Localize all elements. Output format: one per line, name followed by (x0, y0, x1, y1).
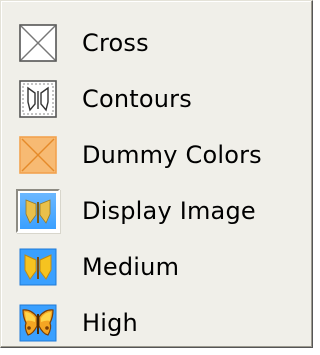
menu-item-cross[interactable]: Cross (16, 17, 306, 69)
menu-item-high[interactable]: High (16, 297, 306, 349)
menu-item-label: High (82, 309, 138, 337)
render-mode-menu: Cross Contours Dummy Colors Display Imag… (0, 0, 313, 348)
menu-item-contours[interactable]: Contours (16, 73, 306, 125)
menu-item-label: Display Image (82, 197, 256, 225)
menu-item-dummy-colors[interactable]: Dummy Colors (16, 129, 306, 181)
menu-item-medium[interactable]: Medium (16, 241, 306, 293)
contours-icon (16, 77, 60, 121)
dummy-colors-icon (16, 133, 60, 177)
display-image-icon (16, 189, 60, 233)
cross-icon (16, 21, 60, 65)
menu-item-label: Contours (82, 85, 192, 113)
menu-item-label: Cross (82, 29, 149, 57)
medium-icon (16, 245, 60, 289)
menu-item-display-image[interactable]: Display Image (16, 185, 306, 237)
menu-item-label: Dummy Colors (82, 141, 262, 169)
high-icon (16, 301, 60, 345)
menu-item-label: Medium (82, 253, 180, 281)
